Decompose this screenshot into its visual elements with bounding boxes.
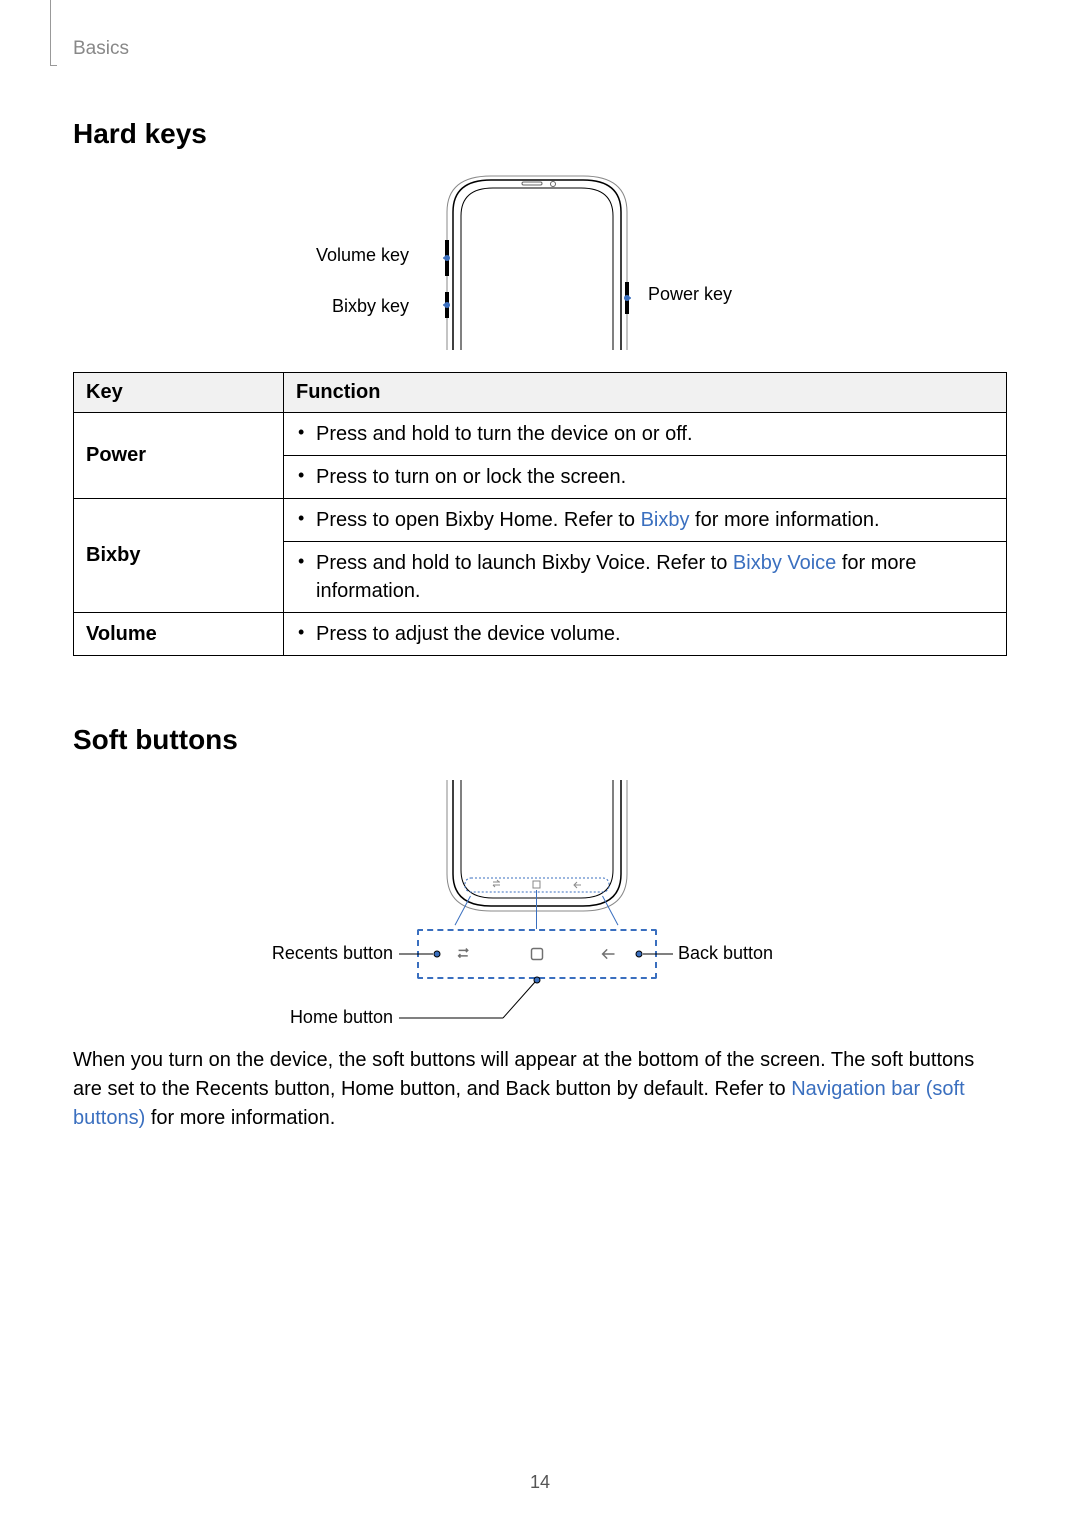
function-item: Press to open Bixby Home. Refer to Bixby… (284, 499, 1006, 541)
key-cell-power: Power (74, 413, 284, 499)
page-number: 14 (0, 1472, 1080, 1493)
breadcrumb: Basics (73, 38, 129, 60)
softbuttons-diagram: Recents button Back button Home button (73, 780, 1007, 1030)
function-item: Press to adjust the device volume. (284, 613, 1006, 655)
table-header-key: Key (74, 373, 284, 413)
hardkeys-diagram: Volume key Bixby key Power key (73, 164, 1007, 356)
function-item: Press and hold to launch Bixby Voice. Re… (284, 541, 1006, 612)
callout-lines (73, 780, 1007, 1030)
table-row: Bixby Press to open Bixby Home. Refer to… (74, 499, 1007, 613)
label-power-key: Power key (648, 284, 804, 305)
label-volume-key: Volume key (253, 245, 409, 266)
table-row: Volume Press to adjust the device volume… (74, 613, 1007, 656)
key-cell-volume: Volume (74, 613, 284, 656)
label-back-button: Back button (678, 943, 838, 964)
page-container: Basics Hard keys (0, 0, 1080, 1527)
section-heading-hardkeys: Hard keys (73, 118, 1007, 150)
function-item: Press to turn on or lock the screen. (284, 455, 1006, 498)
key-function-table: Key Function Power Press and hold to tur… (73, 372, 1007, 656)
bixby-link[interactable]: Bixby (641, 509, 690, 531)
phone-top-illustration (443, 172, 631, 350)
label-bixby-key: Bixby key (253, 296, 409, 317)
table-row: Power Press and hold to turn the device … (74, 413, 1007, 499)
bixby-voice-link[interactable]: Bixby Voice (733, 552, 836, 574)
function-item: Press and hold to turn the device on or … (284, 413, 1006, 455)
label-recents-button: Recents button (203, 943, 393, 964)
table-header-function: Function (284, 373, 1007, 413)
key-cell-bixby: Bixby (74, 499, 284, 613)
label-home-button: Home button (203, 1007, 393, 1028)
softbuttons-paragraph: When you turn on the device, the soft bu… (73, 1046, 1007, 1134)
header-mark (50, 0, 57, 66)
section-heading-softbuttons: Soft buttons (73, 724, 1007, 756)
